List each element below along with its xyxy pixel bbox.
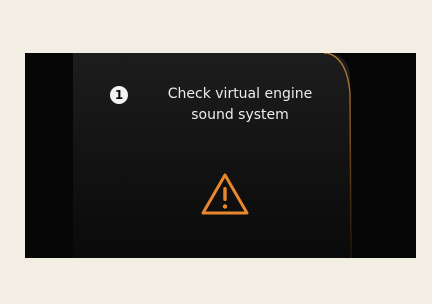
- warning-message: 1 Check virtual engine sound system: [110, 84, 340, 144]
- message-text: Check virtual engine sound system: [145, 84, 335, 126]
- message-line-2: sound system: [191, 107, 289, 123]
- manual-page: 1 Check virtual engine sound system: [0, 0, 432, 304]
- message-line-1: Check virtual engine: [167, 86, 313, 102]
- warning-triangle-icon: [201, 173, 249, 215]
- cluster-display: 1 Check virtual engine sound system: [25, 53, 416, 258]
- message-number-badge: 1: [110, 86, 128, 104]
